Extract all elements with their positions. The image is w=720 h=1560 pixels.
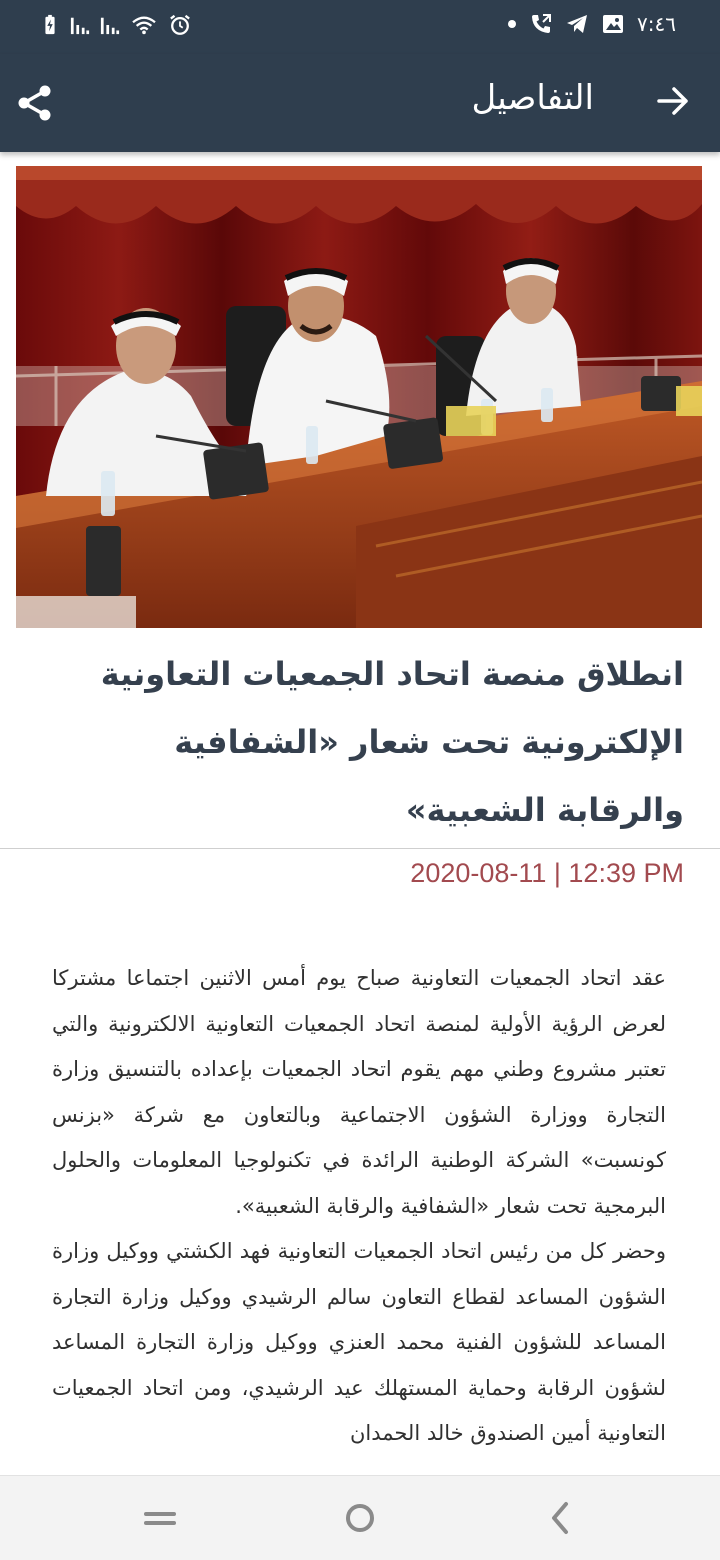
gallery-icon [603, 15, 624, 33]
system-nav-bar [0, 1476, 720, 1560]
arrow-right-icon[interactable] [656, 84, 690, 118]
article-datetime: 2020-08-11 | 12:39 PM [410, 858, 684, 888]
article-paragraph: عقد اتحاد الجمعيات التعاونية صباح يوم أم… [52, 966, 666, 1218]
back-icon[interactable] [542, 1498, 582, 1538]
article-body: عقد اتحاد الجمعيات التعاونية صباح يوم أم… [52, 956, 666, 1457]
status-time: ٧:٤٦ [637, 12, 676, 36]
dot-icon [508, 20, 517, 28]
status-icons-left [40, 14, 192, 36]
battery-charging-icon [45, 14, 55, 35]
article-paragraph: وحضر كل من رئيس اتحاد الجمعيات التعاونية… [52, 1239, 666, 1445]
status-bar: ٧:٤٦ [0, 0, 720, 54]
signal-icon [70, 17, 90, 35]
page-title: التفاصيل [471, 78, 594, 118]
share-icon[interactable] [16, 84, 54, 122]
app-bar: التفاصيل [0, 54, 720, 152]
meeting-photo [16, 166, 702, 628]
article-headline: انطلاق منصة اتحاد الجمعيات التعاونية الإ… [100, 655, 684, 829]
wifi-icon [132, 16, 156, 35]
home-icon[interactable] [340, 1498, 380, 1538]
recent-apps-icon[interactable] [140, 1498, 180, 1538]
telegram-icon [567, 15, 588, 33]
status-icons-right: ٧:٤٦ [507, 12, 676, 36]
call-forward-icon [532, 14, 552, 33]
signal-icon [100, 17, 120, 35]
divider [0, 848, 720, 849]
alarm-icon [170, 14, 190, 35]
